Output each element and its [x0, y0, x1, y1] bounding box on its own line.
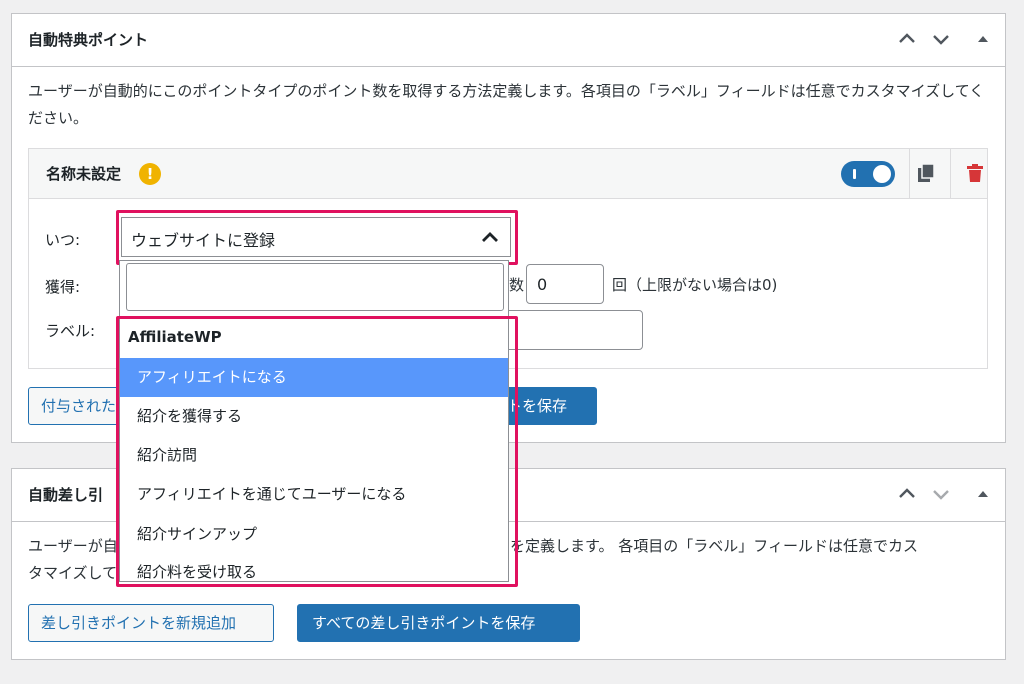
dropdown-option[interactable]: 紹介サインアップ — [120, 515, 508, 554]
trigger-select[interactable]: ウェブサイトに登録 — [121, 217, 511, 257]
dropdown-option[interactable]: アフィリエイトになる — [120, 358, 508, 397]
earn-points-title: 自動特典ポイント — [28, 31, 149, 49]
divider — [950, 149, 951, 198]
save-deduct-points-button[interactable]: すべての差し引きポイントを保存 — [297, 604, 580, 642]
dropdown-option[interactable]: 紹介を獲得する — [120, 397, 508, 436]
earn-points-description: ユーザーが自動的にこのポイントタイプのポイント数を取得する方法定義します。各項目… — [28, 82, 985, 127]
enable-toggle[interactable] — [841, 161, 895, 187]
trigger-select-value: ウェブサイトに登録 — [131, 231, 276, 250]
save-earn-points-button[interactable]: トを保存 — [498, 387, 597, 425]
trash-icon[interactable] — [964, 162, 986, 184]
point-item-title: 名称未設定 — [46, 165, 122, 183]
dropdown-group-label: AffiliateWP — [128, 328, 222, 346]
move-up-icon[interactable] — [896, 483, 918, 505]
limit-hint: 回（上限がない場合は0) — [612, 276, 778, 294]
dropdown-option[interactable]: アフィリエイトを通じてユーザーになる — [120, 475, 508, 514]
limit-prefix: 数 — [509, 276, 525, 294]
duplicate-icon[interactable] — [915, 162, 937, 184]
move-down-icon[interactable] — [930, 28, 952, 50]
point-item-header: 名称未設定 ! — [29, 149, 987, 199]
warning-icon: ! — [139, 163, 161, 185]
dropdown-option[interactable]: 紹介料を受け取る — [120, 553, 508, 581]
toggle-knob — [873, 165, 891, 183]
dropdown-search-input[interactable] — [126, 263, 504, 311]
collapse-toggle-icon[interactable] — [972, 28, 994, 50]
when-label: いつ: — [45, 231, 81, 249]
add-earn-point-button[interactable]: 付与された — [28, 387, 128, 425]
earn-points-header: 自動特典ポイント — [12, 14, 1005, 67]
divider — [909, 149, 910, 198]
toggle-on-indicator — [853, 169, 856, 179]
dropdown-option[interactable]: 紹介訪問 — [120, 436, 508, 475]
trigger-dropdown: AffiliateWP アフィリエイトになる 紹介を獲得する 紹介訪問 アフィリ… — [119, 260, 509, 582]
label-field-label: ラベル: — [45, 322, 96, 340]
collapse-toggle-icon[interactable] — [972, 483, 994, 505]
chevron-up-icon — [480, 228, 500, 248]
label-input[interactable] — [498, 310, 643, 350]
deduct-description-line1-right: を定義します。 各項目の「ラベル」フィールドは任意でカス — [510, 537, 918, 555]
deduct-description-line1-left: ユーザーが自 — [28, 537, 118, 555]
deduct-description-line2: タマイズして — [28, 564, 118, 582]
deduct-points-title: 自動差し引 — [28, 486, 104, 504]
move-down-icon[interactable] — [930, 483, 952, 505]
limit-count-input[interactable] — [526, 264, 604, 304]
move-up-icon[interactable] — [896, 28, 918, 50]
earn-label: 獲得: — [45, 278, 81, 296]
add-deduct-point-button[interactable]: 差し引きポイントを新規追加 — [28, 604, 274, 642]
